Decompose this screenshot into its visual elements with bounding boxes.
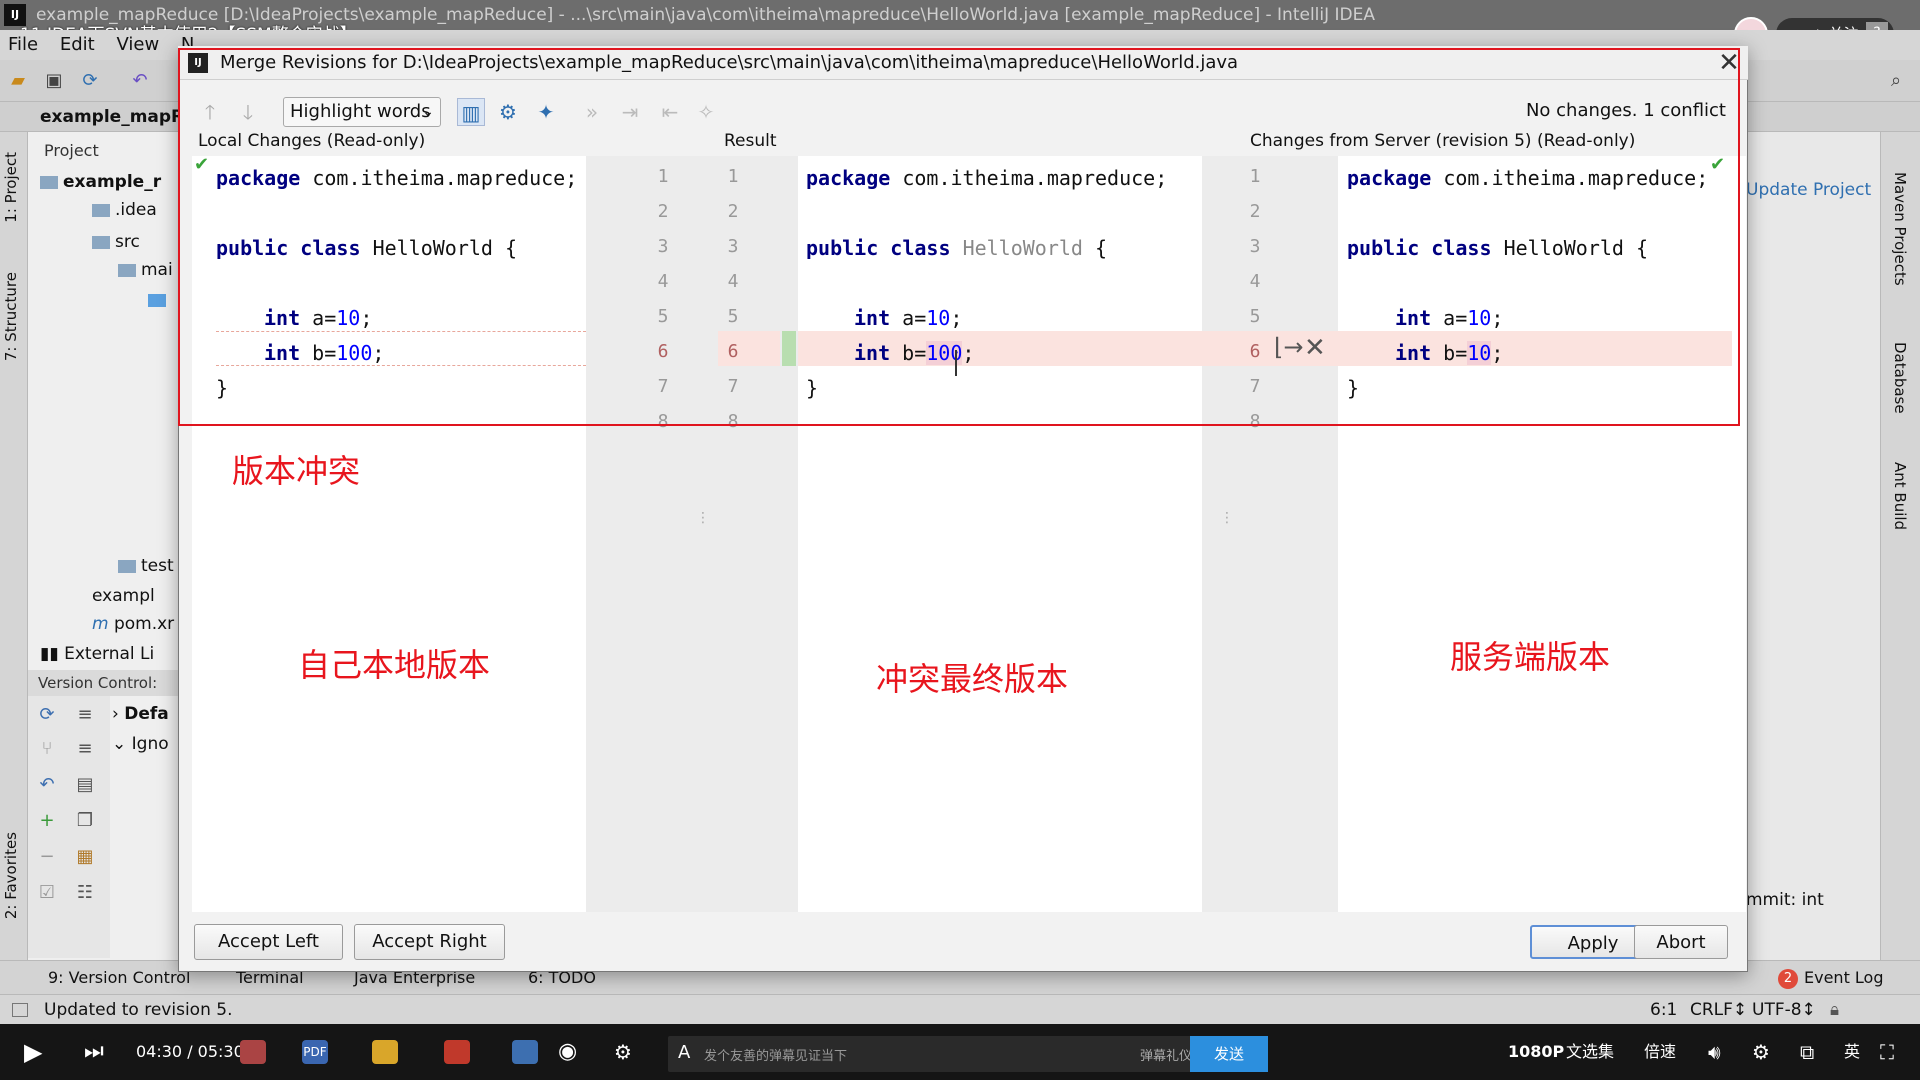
menu-view[interactable]: View	[116, 34, 159, 55]
tree-item-java[interactable]	[148, 290, 171, 310]
language-indicator[interactable]: 英	[1844, 1024, 1860, 1080]
tab-version-control[interactable]: 9: Version Control	[48, 961, 190, 995]
danmu-toggle-icon[interactable]: ◉	[558, 1024, 577, 1080]
accept-right-button[interactable]: Accept Right	[354, 924, 505, 960]
tree-item-iml[interactable]: exampl	[92, 586, 155, 606]
commit-icon[interactable]: ⑂	[36, 738, 58, 760]
folder-icon	[118, 559, 136, 573]
fullscreen-icon[interactable]: ⛶	[1880, 1024, 1894, 1080]
annotation-conflict: 版本冲突	[232, 452, 361, 490]
update-project-link[interactable]: Update Project	[1746, 180, 1871, 200]
vc-ignored-changelist[interactable]: ⌄ Igno	[112, 734, 169, 754]
checkbox-icon[interactable]: ☑	[36, 882, 58, 904]
folder-icon	[40, 175, 58, 189]
tab-ant-build[interactable]: Ant Build	[1891, 462, 1909, 530]
tree-item-test[interactable]: test	[118, 556, 174, 576]
rollback-icon[interactable]: ↶	[36, 774, 58, 796]
refresh-icon[interactable]: ⟳	[36, 704, 58, 726]
splitter-handle-icon[interactable]: ⋮	[1220, 510, 1234, 526]
group-icon[interactable]: ▦	[74, 846, 96, 868]
danmu-settings-icon[interactable]: ⚙	[614, 1024, 632, 1080]
quality-selector[interactable]: 1080P	[1508, 1024, 1564, 1080]
commit-message-preview: mmit: int	[1746, 890, 1824, 910]
line-separator[interactable]: CRLF↕	[1690, 995, 1747, 1025]
version-control-header: Version Control:	[28, 670, 190, 696]
conflict-annotation-box	[178, 48, 1740, 426]
danmu-send-button[interactable]: 发送	[1190, 1036, 1268, 1072]
danmu-input[interactable]: A 发个友善的弹幕见证当下 弹幕礼仪 >	[668, 1036, 1228, 1072]
copy-icon[interactable]: ❐	[74, 810, 96, 832]
left-tool-stripe: 1: Project 7: Structure 2: Favorites	[0, 132, 28, 960]
taskbar-app-icon[interactable]	[240, 1040, 266, 1064]
status-bar: Updated to revision 5. 6:1 CRLF↕ UTF-8↕ …	[0, 994, 1920, 1024]
library-icon: ▮▮	[40, 644, 65, 664]
folder-icon	[118, 263, 136, 277]
speed-selector[interactable]: 倍速	[1644, 1024, 1676, 1080]
folder-icon[interactable]	[372, 1040, 398, 1064]
status-message: Updated to revision 5.	[44, 1000, 233, 1020]
danmu-placeholder: 发个友善的弹幕见证当下	[704, 1049, 848, 1064]
danmu-style-icon[interactable]: A	[678, 1042, 690, 1063]
vc-default-changelist[interactable]: › Defa	[112, 704, 169, 724]
nav-project-name[interactable]: example_mapRe	[40, 107, 196, 127]
cursor-position[interactable]: 6:1	[1650, 995, 1677, 1025]
tab-event-log[interactable]: Event Log	[1804, 961, 1884, 995]
menu-edit[interactable]: Edit	[60, 34, 95, 55]
version-control-toolbar: ⟳ ⑂ ↶ + − ☑ ≡ ≡ ▤ ❐ ▦ ☷	[28, 696, 110, 958]
episode-selector[interactable]: 文选集	[1566, 1024, 1614, 1080]
video-time: 04:30 / 05:30	[136, 1042, 244, 1061]
settings-icon[interactable]: ⚙	[1752, 1024, 1770, 1080]
annotation-final-version: 冲突最终版本	[876, 660, 1069, 698]
tree-item-main[interactable]: mai	[118, 260, 173, 280]
event-count-badge: 2	[1778, 969, 1798, 989]
status-toggle-icon[interactable]	[12, 1003, 28, 1017]
tree-item-idea[interactable]: .idea	[92, 200, 157, 220]
tree-item-external[interactable]: ▮▮ External Li	[40, 644, 154, 664]
annotation-local-version: 自己本地版本	[298, 646, 491, 684]
sync-icon[interactable]: ⟳	[80, 71, 100, 91]
project-panel-header[interactable]: Project	[28, 138, 190, 164]
shelve-icon[interactable]: ▤	[74, 774, 96, 796]
intellij-taskbar-icon[interactable]	[444, 1040, 470, 1064]
play-icon[interactable]: ▶	[24, 1024, 42, 1080]
accept-left-button[interactable]: Accept Left	[194, 924, 343, 960]
next-icon[interactable]: ⏭	[84, 1024, 104, 1080]
expand-all-icon[interactable]: ≡	[74, 704, 96, 726]
remove-icon[interactable]: −	[36, 846, 58, 868]
tab-structure[interactable]: 7: Structure	[2, 272, 20, 361]
add-icon[interactable]: +	[36, 810, 58, 832]
folder-icon	[148, 293, 166, 307]
abort-button[interactable]: Abort	[1634, 925, 1728, 959]
tree-item-root[interactable]: example_r	[40, 172, 161, 192]
search-icon[interactable]: ⌕	[1886, 71, 1906, 91]
tree-item-pom[interactable]: m pom.xr	[92, 614, 174, 634]
folder-icon	[92, 203, 110, 217]
right-tool-stripe: Maven Projects Database Ant Build	[1880, 132, 1920, 960]
tab-maven-projects[interactable]: Maven Projects	[1891, 172, 1909, 286]
volume-icon[interactable]: 🔊︎	[1708, 1024, 1721, 1080]
open-folder-icon[interactable]: ▰	[8, 71, 28, 91]
undo-icon[interactable]: ↶	[130, 71, 150, 91]
tree-item-src[interactable]: src	[92, 232, 140, 252]
folder-icon	[92, 235, 110, 249]
tab-database[interactable]: Database	[1891, 342, 1909, 414]
splitter-handle-icon[interactable]: ⋮	[696, 510, 710, 526]
network-icon[interactable]	[512, 1040, 538, 1064]
maven-icon: m	[92, 614, 114, 634]
annotation-server-version: 服务端版本	[1450, 638, 1611, 676]
collapse-all-icon[interactable]: ≡	[74, 738, 96, 760]
save-icon[interactable]: ▣	[44, 71, 64, 91]
tab-project[interactable]: 1: Project	[2, 152, 20, 223]
tab-favorites[interactable]: 2: Favorites	[2, 832, 20, 919]
right-svn-panel	[1744, 132, 1880, 960]
pdf-icon[interactable]: PDF	[302, 1040, 328, 1064]
diff-icon[interactable]: ☷	[74, 882, 96, 904]
file-encoding[interactable]: UTF-8↕	[1752, 995, 1816, 1025]
picture-in-picture-icon[interactable]: ⧉	[1800, 1024, 1814, 1080]
menu-file[interactable]: File	[8, 34, 38, 55]
lock-icon[interactable]: 🔒︎	[1830, 995, 1839, 1025]
